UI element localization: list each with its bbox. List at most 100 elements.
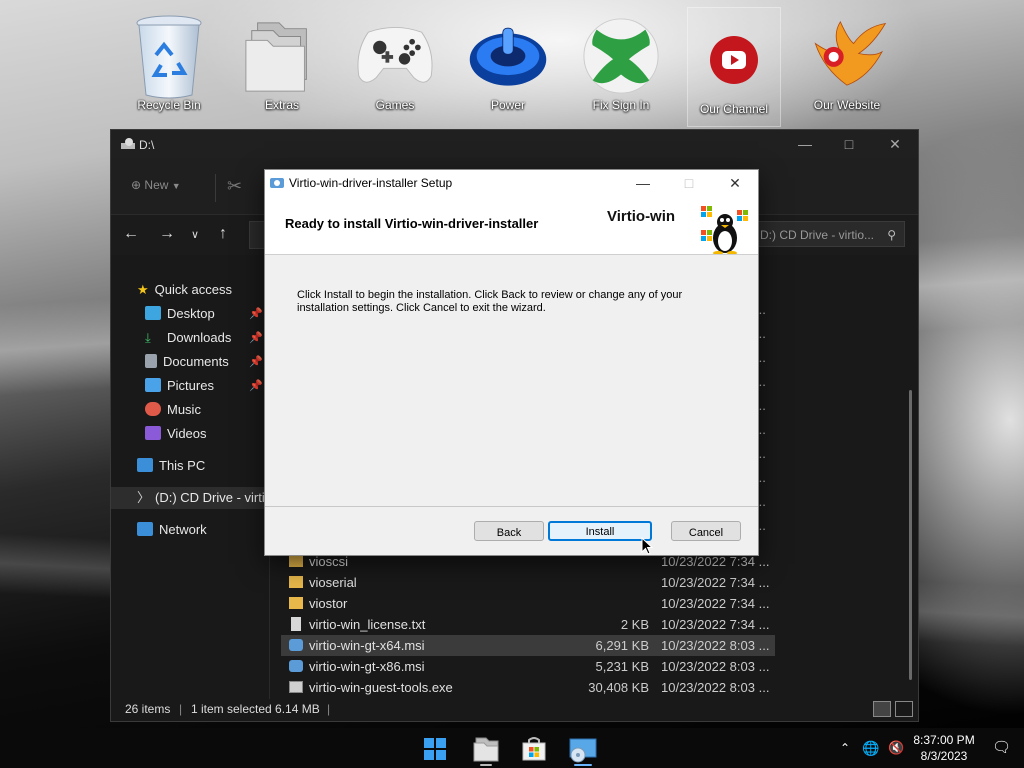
address-bar[interactable] [249, 221, 265, 249]
globe-network-icon[interactable]: 🌐 [862, 728, 879, 768]
dialog-body: Click Install to begin the installation.… [265, 255, 758, 505]
dialog-minimize-button[interactable]: — [621, 172, 665, 194]
back-arrow-icon[interactable]: ← [123, 225, 139, 243]
desktop-icon-label: Our Channel [699, 102, 769, 116]
new-button-label: New [144, 178, 169, 192]
desktop-icon-label: Extras [264, 98, 299, 112]
notification-icon[interactable]: 🗨 [992, 728, 1011, 768]
explorer-titlebar[interactable]: D:\ — □ ✕ [111, 130, 918, 158]
forward-arrow-icon[interactable]: → [159, 225, 175, 243]
file-date: 10/23/2022 7:34 ... [661, 617, 770, 632]
file-row-gt-x86-msi[interactable]: virtio-win-gt-x86.msi 5,231 KB 10/23/202… [281, 656, 775, 677]
desktop-icon-label: Fix Sign In [592, 98, 650, 112]
nav-label: Pictures [167, 378, 214, 393]
tiles-view-button[interactable] [895, 701, 913, 717]
network-icon [137, 522, 153, 536]
taskbar-installer[interactable] [565, 732, 601, 766]
clock[interactable]: 8:37:00 PM 8/3/2023 [908, 732, 980, 764]
nav-quick-access[interactable]: ★ Quick access [111, 279, 269, 301]
install-button[interactable]: Install [548, 521, 652, 541]
details-view-button[interactable] [873, 701, 891, 717]
dialog-separator [265, 506, 758, 507]
nav-pictures[interactable]: Pictures 📌 [111, 375, 269, 397]
file-name: virtio-win-gt-x86.msi [309, 659, 425, 674]
dialog-title: Virtio-win-driver-installer Setup [289, 176, 453, 190]
taskbar-file-explorer[interactable] [468, 732, 504, 766]
tux-windows-logo-icon [701, 206, 748, 254]
dialog-description: Click Install to begin the installation.… [297, 289, 683, 314]
cut-icon[interactable]: ✂ [227, 176, 242, 197]
desktop-icon-recycle-bin[interactable]: Recycle Bin [117, 4, 221, 124]
speaker-muted-icon[interactable]: 🔇 [888, 728, 904, 768]
youtube-icon [694, 14, 774, 106]
dialog-heading: Ready to install Virtio-win-driver-insta… [285, 216, 539, 231]
start-button[interactable] [417, 732, 453, 766]
desktop-icon-fix-sign-in[interactable]: Fix Sign In [569, 4, 673, 124]
back-button[interactable]: Back [474, 521, 544, 541]
cd-drive-icon: 〉 [137, 490, 151, 505]
desktop-icon-power[interactable]: Power [456, 4, 560, 124]
file-date: 10/23/2022 8:03 ... [661, 659, 770, 674]
folder-stack-icon [242, 10, 322, 102]
phoenix-logo-icon [807, 10, 887, 102]
nav-music[interactable]: Music [111, 399, 269, 421]
chevron-down-icon: ▼ [171, 181, 181, 191]
file-date: 10/23/2022 8:03 ... [661, 638, 770, 653]
installer-dialog[interactable]: Virtio-win-driver-installer Setup — □ ✕ … [264, 169, 759, 556]
desktop-icon-games[interactable]: Games [343, 4, 447, 124]
mouse-cursor-icon [641, 537, 653, 555]
file-size: 30,408 KB [588, 680, 649, 695]
file-row-gt-x64-msi[interactable]: virtio-win-gt-x64.msi 6,291 KB 10/23/202… [281, 635, 775, 656]
nav-label: Network [159, 522, 207, 537]
explorer-close-button[interactable]: ✕ [875, 134, 915, 154]
nav-downloads[interactable]: ⤓ Downloads 📌 [111, 327, 269, 349]
videos-icon [145, 426, 161, 440]
file-row-viostor[interactable]: viostor 10/23/2022 7:34 ... [281, 593, 775, 614]
store-bag-icon [522, 737, 546, 761]
nav-videos[interactable]: Videos [111, 423, 269, 445]
file-row-guest-tools-exe[interactable]: virtio-win-guest-tools.exe 30,408 KB 10/… [281, 677, 775, 698]
nav-documents[interactable]: Documents 📌 [111, 351, 269, 373]
msi-installer-icon [289, 639, 303, 651]
xbox-icon [581, 10, 661, 102]
taskbar-store[interactable] [516, 732, 552, 766]
file-size: 2 KB [620, 617, 649, 632]
dialog-titlebar[interactable]: Virtio-win-driver-installer Setup — □ ✕ [265, 170, 758, 196]
file-size: 6,291 KB [595, 638, 650, 653]
new-button[interactable]: ⊕ New ▼ [131, 178, 181, 192]
text-file-icon [291, 617, 301, 631]
file-list: vioscsi 10/23/2022 7:34 ... vioserial 10… [281, 551, 901, 701]
pin-icon: 📌 [249, 308, 263, 320]
nav-cd-drive[interactable]: 〉 (D:) CD Drive - virti [111, 487, 269, 509]
nav-network[interactable]: Network [111, 519, 269, 541]
desktop-folder-icon [145, 306, 161, 320]
desktop-icon-extras[interactable]: Extras [230, 4, 334, 124]
power-icon [468, 10, 548, 102]
file-row-license[interactable]: virtio-win_license.txt 2 KB 10/23/2022 7… [281, 614, 775, 635]
dialog-close-button[interactable]: ✕ [713, 172, 757, 194]
folder-icon [289, 597, 303, 609]
nav-this-pc[interactable]: This PC [111, 455, 269, 477]
status-divider: | [327, 702, 331, 716]
dialog-maximize-button: □ [684, 175, 694, 191]
search-box[interactable]: D:) CD Drive - virtio... ⚲ [751, 221, 905, 247]
installer-app-icon [270, 178, 284, 188]
cancel-button[interactable]: Cancel [671, 521, 741, 541]
nav-desktop[interactable]: Desktop 📌 [111, 303, 269, 325]
recent-locations-chevron-icon[interactable]: ∨ [191, 228, 199, 241]
file-row-vioserial[interactable]: vioserial 10/23/2022 7:34 ... [281, 572, 775, 593]
nav-label: Quick access [154, 282, 232, 297]
music-icon [145, 402, 161, 416]
desktop-icon-our-website[interactable]: Our Website [795, 4, 899, 124]
file-date: 10/23/2022 7:34 ... [661, 575, 770, 590]
file-list-scrollbar[interactable] [909, 390, 912, 680]
desktop-icon-our-channel[interactable]: Our Channel [687, 7, 781, 127]
cd-drive-icon [121, 138, 135, 149]
show-hidden-icons-chevron-icon[interactable]: ⌃ [840, 728, 850, 768]
up-arrow-icon[interactable]: ↑ [219, 225, 227, 243]
explorer-maximize-button[interactable]: □ [829, 134, 869, 154]
explorer-minimize-button[interactable]: — [785, 134, 825, 154]
taskbar: ⌃ 🌐 🔇 8:37:00 PM 8/3/2023 🗨 [0, 728, 1024, 768]
nav-label: (D:) CD Drive - virti [155, 490, 265, 505]
plus-circle-icon: ⊕ [131, 178, 142, 192]
